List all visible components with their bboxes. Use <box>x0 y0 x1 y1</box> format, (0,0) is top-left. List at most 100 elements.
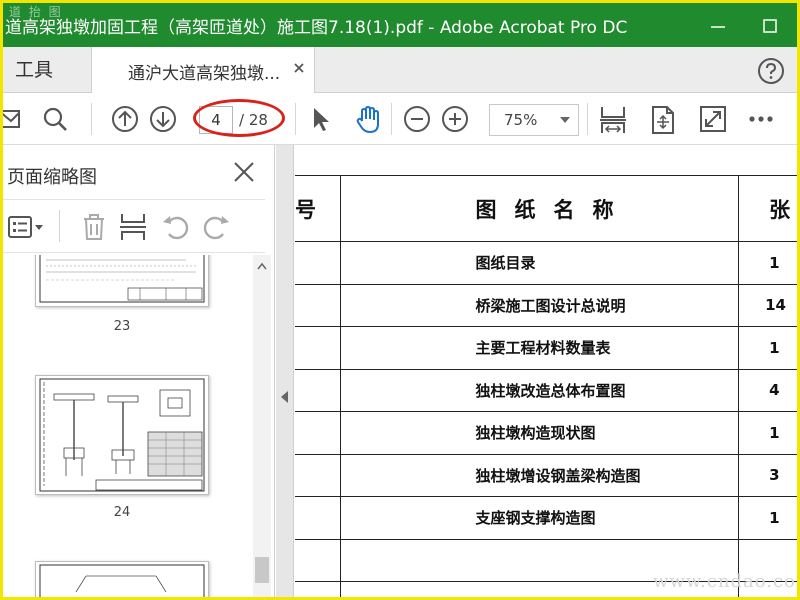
zoom-level-value: 75% <box>504 111 538 129</box>
chevron-left-icon <box>281 391 288 403</box>
row-number-cell <box>295 496 342 540</box>
full-screen-button[interactable] <box>699 105 727 133</box>
rotate-left-button[interactable] <box>161 212 191 242</box>
thumbnail-page-number: 23 <box>113 319 131 334</box>
sheet-count-cell: 3 <box>738 453 797 497</box>
toolbar-divider <box>391 103 392 135</box>
thumbnail-options-button[interactable] <box>7 212 47 242</box>
table-row: 独柱墩增设钢盖梁构造图 3 <box>295 453 797 497</box>
row-number-cell <box>295 283 342 327</box>
more-tools-button[interactable] <box>747 105 775 133</box>
table-row: 主要工程材料数量表 1 <box>295 326 797 370</box>
row-number-cell <box>295 326 342 370</box>
search-button[interactable] <box>41 105 69 133</box>
header-sheet-count: 张 数 <box>738 175 797 242</box>
thumbnail-list: 23 24 <box>3 255 249 597</box>
window-title: 道高架独墩加固工程（高架匝道处）施工图7.18(1).pdf - Adobe A… <box>5 18 628 38</box>
help-button[interactable] <box>757 57 785 85</box>
table-row: 支座钢支撑构造图 1 <box>295 496 797 540</box>
close-panel-button[interactable] <box>231 159 257 185</box>
table-row: 桥梁施工图设计总说明 14 <box>295 283 797 327</box>
drawing-name-cell: 支座钢支撑构造图 <box>340 496 740 540</box>
document-view[interactable]: 号 图纸名称 张 数 图纸目录 1 桥梁施工图设计总说明 14 主要工程材料数量… <box>295 145 797 597</box>
hand-tool-button[interactable] <box>353 105 381 134</box>
maximize-button[interactable] <box>755 11 785 39</box>
main-toolbar: 4 / 28 75% <box>3 93 797 145</box>
drawing-preview-icon <box>39 255 205 303</box>
row-number-cell <box>295 538 342 582</box>
panel-title: 页面缩略图 <box>7 167 97 188</box>
hand-icon <box>356 105 379 134</box>
table-row: 图纸目录 1 <box>295 241 797 285</box>
toolbar-divider <box>295 103 296 135</box>
table-header-row: 号 图纸名称 张 数 <box>295 175 797 242</box>
maximize-icon <box>763 19 777 33</box>
toolbar-divider <box>587 103 588 135</box>
page-thumbnails-panel: 页面缩略图 23 24 <box>3 145 275 597</box>
drawing-name-cell: 独柱墩构造现状图 <box>340 411 740 455</box>
thumbnail-page-number: 24 <box>113 505 131 520</box>
table-row: 独柱墩构造现状图 1 <box>295 411 797 455</box>
fit-page-button[interactable] <box>599 105 627 133</box>
row-number-cell <box>295 411 342 455</box>
thumbnail-scrollbar[interactable] <box>253 255 271 597</box>
tab-document[interactable]: 通沪大道高架独墩... <box>91 47 315 94</box>
more-dots-icon <box>749 116 773 122</box>
page-thumbnail-24[interactable] <box>35 375 209 495</box>
tab-document-label: 通沪大道高架独墩... <box>128 64 281 84</box>
panel-collapse-handle[interactable] <box>276 145 294 597</box>
chevron-up-icon[interactable] <box>257 261 267 271</box>
table-row: 独柱墩改造总体布置图 4 <box>295 368 797 412</box>
insert-pages-button[interactable] <box>119 212 149 242</box>
delete-pages-button[interactable] <box>79 212 109 242</box>
header-number: 号 <box>295 175 342 242</box>
page-thumbnail-23[interactable] <box>35 255 209 307</box>
zoom-in-button[interactable] <box>441 105 469 133</box>
close-icon <box>294 63 304 73</box>
rotate-right-icon <box>203 216 229 240</box>
row-number-cell <box>295 368 342 412</box>
scrollbar-thumb[interactable] <box>255 557 269 583</box>
tab-tools[interactable]: 工具 <box>3 47 91 93</box>
title-bar: 道 抬 图 道高架独墩加固工程（高架匝道处）施工图7.18(1).pdf - A… <box>3 3 797 47</box>
fit-page-icon <box>600 107 626 133</box>
sheet-count-cell: 4 <box>738 368 797 412</box>
list-options-icon <box>8 216 43 238</box>
close-tab-button[interactable] <box>290 59 308 77</box>
header-drawing-name: 图纸名称 <box>340 175 740 242</box>
drawing-name-cell: 独柱墩增设钢盖梁构造图 <box>340 453 740 497</box>
row-number-cell <box>295 241 342 285</box>
minimize-icon <box>711 26 725 28</box>
email-button[interactable] <box>3 105 25 133</box>
page-thumbnail-25[interactable] <box>35 561 209 597</box>
select-tool-button[interactable] <box>307 105 335 133</box>
zoom-level-select[interactable]: 75% <box>489 104 579 136</box>
thumbnail-toolbar <box>3 199 265 253</box>
rotate-view-button[interactable] <box>649 105 677 134</box>
site-watermark: www.cndao.com <box>653 571 800 592</box>
chevron-down-icon <box>560 117 570 123</box>
plus-circle-icon <box>442 106 468 132</box>
row-number-cell <box>295 453 342 497</box>
envelope-icon <box>3 110 20 128</box>
screenshot-frame: 道 抬 图 道高架独墩加固工程（高架匝道处）施工图7.18(1).pdf - A… <box>0 0 800 600</box>
sheet-count-cell: 1 <box>738 241 797 285</box>
minimize-button[interactable] <box>703 11 733 39</box>
rotate-right-button[interactable] <box>201 212 231 242</box>
drawing-name-cell: 桥梁施工图设计总说明 <box>340 283 740 327</box>
zoom-out-button[interactable] <box>403 105 431 133</box>
sheet-count-cell: 1 <box>738 411 797 455</box>
arrow-up-circle-icon <box>112 106 138 132</box>
drawing-name-cell: 独柱墩改造总体布置图 <box>340 368 740 412</box>
arrow-down-circle-icon <box>150 106 176 132</box>
drawing-name-cell: 图纸目录 <box>340 241 740 285</box>
tab-bar: 工具 通沪大道高架独墩... <box>3 47 797 94</box>
previous-page-button[interactable] <box>111 105 139 133</box>
sheet-count-cell: 1 <box>738 496 797 540</box>
expand-icon <box>700 106 726 132</box>
next-page-button[interactable] <box>149 105 177 133</box>
drawing-name-cell: 主要工程材料数量表 <box>340 326 740 370</box>
rotate-left-icon <box>163 216 189 240</box>
drawing-preview-icon <box>39 564 205 597</box>
minus-circle-icon <box>404 106 430 132</box>
